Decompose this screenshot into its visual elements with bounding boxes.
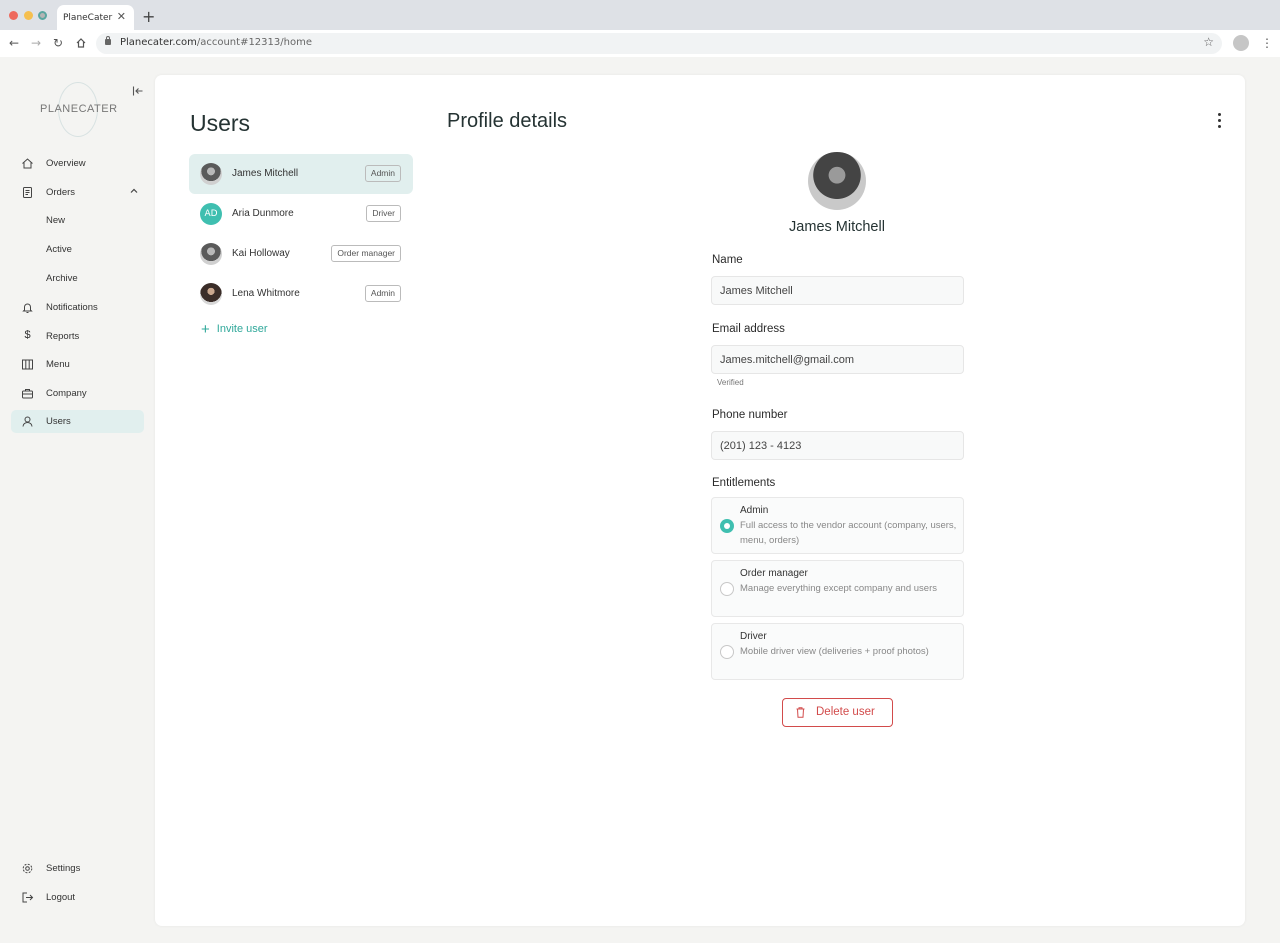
- entitlement-title: Order manager: [740, 568, 808, 579]
- tab-close-icon[interactable]: ✕: [117, 10, 126, 23]
- maximize-window-button[interactable]: [38, 11, 47, 20]
- radio-checked[interactable]: [720, 519, 734, 533]
- browser-tab-bar: PlaneCater ✕ +: [0, 0, 1280, 30]
- avatar: AD: [200, 203, 222, 225]
- role-badge: Driver: [366, 205, 401, 222]
- browser-profile-avatar[interactable]: [1233, 35, 1249, 51]
- browser-menu-icon[interactable]: ⋮: [1261, 36, 1273, 50]
- collapse-sidebar-icon[interactable]: [132, 85, 144, 97]
- gear-icon: [22, 863, 33, 874]
- profile-avatar: [808, 152, 866, 210]
- sidebar-item-settings[interactable]: Settings: [11, 857, 144, 880]
- user-row[interactable]: James Mitchell Admin: [189, 154, 413, 194]
- tab-title: PlaneCater: [63, 13, 113, 23]
- briefcase-icon: [22, 389, 33, 399]
- entitlement-option-order-manager[interactable]: Order manager Manage everything except c…: [711, 560, 964, 617]
- avatar: [200, 163, 222, 185]
- radio-unchecked[interactable]: [720, 582, 734, 596]
- sidebar-item-logout[interactable]: Logout: [11, 886, 144, 909]
- entitlement-description: Full access to the vendor account (compa…: [740, 520, 957, 546]
- user-row[interactable]: Lena Whitmore Admin: [189, 274, 413, 314]
- user-row[interactable]: AD Aria Dunmore Driver: [189, 194, 413, 234]
- forward-icon[interactable]: →: [31, 36, 41, 50]
- profile-title: Profile details: [447, 110, 568, 132]
- sidebar-item-label: Logout: [46, 892, 76, 903]
- dollar-icon: $: [24, 329, 31, 341]
- url-text: Planecater.com/account#12313/home: [120, 37, 312, 48]
- user-icon: [22, 416, 33, 427]
- phone-field[interactable]: (201) 123 - 4123: [711, 431, 964, 460]
- sidebar-item-label: Reports: [46, 331, 80, 342]
- logo: PLANECATER: [40, 103, 118, 115]
- name-label: Name: [712, 254, 743, 266]
- entitlement-title: Driver: [740, 631, 767, 642]
- more-options-icon[interactable]: [1213, 113, 1225, 131]
- user-name: James Mitchell: [232, 168, 299, 179]
- delete-user-button[interactable]: Delete user: [782, 698, 893, 727]
- avatar: [200, 283, 222, 305]
- sidebar-item-label: Company: [46, 388, 87, 399]
- sidebar-item-label: Overview: [46, 158, 86, 169]
- sidebar-item-label: Notifications: [46, 302, 98, 313]
- document-icon: [23, 187, 32, 198]
- invite-user-label: Invite user: [216, 323, 268, 335]
- phone-label: Phone number: [712, 409, 788, 421]
- browser-toolbar: ← → ↻ Planecater.com/account#12313/home …: [0, 30, 1280, 57]
- browser-tab[interactable]: PlaneCater ✕: [57, 5, 134, 30]
- columns-icon: [22, 359, 33, 370]
- sidebar-item-label: Menu: [46, 359, 70, 370]
- lock-icon: [105, 36, 111, 45]
- sidebar-subitem-active[interactable]: Active: [46, 244, 72, 255]
- sidebar-item-menu[interactable]: Menu: [11, 353, 144, 376]
- sidebar-item-label: Orders: [46, 187, 76, 198]
- address-bar[interactable]: Planecater.com/account#12313/home ☆: [96, 33, 1222, 54]
- home-browser-icon[interactable]: [76, 38, 86, 48]
- email-field[interactable]: James.mitchell@gmail.com: [711, 345, 964, 374]
- email-verified-status: Verified: [717, 378, 744, 387]
- entitlement-option-admin[interactable]: Admin Full access to the vendor account …: [711, 497, 964, 554]
- sidebar-item-company[interactable]: Company: [11, 382, 144, 405]
- sidebar-item-overview[interactable]: Overview: [11, 152, 144, 175]
- sidebar-item-notifications[interactable]: Notifications: [11, 296, 144, 319]
- back-icon[interactable]: ←: [9, 36, 19, 50]
- user-name: Lena Whitmore: [232, 288, 300, 299]
- trash-icon: [796, 707, 805, 718]
- sidebar-item-users[interactable]: Users: [11, 410, 144, 433]
- sidebar-subitem-archive[interactable]: Archive: [46, 273, 78, 284]
- bookmark-star-icon[interactable]: ☆: [1203, 35, 1214, 49]
- sidebar-item-orders[interactable]: Orders: [11, 181, 144, 204]
- logout-icon: [22, 892, 34, 903]
- delete-user-label: Delete user: [816, 706, 875, 718]
- entitlement-title: Admin: [740, 505, 769, 516]
- sidebar-item-reports[interactable]: $ Reports: [11, 325, 144, 348]
- profile-name: James Mitchell: [789, 219, 885, 235]
- reload-icon[interactable]: ↻: [53, 36, 63, 50]
- sidebar-item-label: Settings: [46, 863, 81, 874]
- role-badge: Admin: [364, 165, 401, 182]
- entitlement-option-driver[interactable]: Driver Mobile driver view (deliveries + …: [711, 623, 964, 680]
- home-icon: [22, 158, 33, 169]
- close-window-button[interactable]: [9, 11, 18, 20]
- role-badge: Order manager: [331, 245, 401, 262]
- plus-icon: +: [201, 321, 210, 338]
- user-row[interactable]: Kai Holloway Order manager: [189, 234, 413, 274]
- radio-unchecked[interactable]: [720, 645, 734, 659]
- users-title: Users: [190, 110, 251, 136]
- avatar: [200, 243, 222, 265]
- chevron-up-icon[interactable]: [129, 186, 139, 196]
- invite-user-button[interactable]: + Invite user: [201, 321, 268, 338]
- role-badge: Admin: [364, 285, 401, 302]
- entitlement-description: Mobile driver view (deliveries + proof p…: [740, 646, 929, 657]
- user-name: Kai Holloway: [232, 248, 290, 259]
- new-tab-button[interactable]: +: [142, 7, 155, 26]
- minimize-window-button[interactable]: [24, 11, 33, 20]
- email-label: Email address: [712, 323, 785, 335]
- name-field[interactable]: James Mitchell: [711, 276, 964, 305]
- entitlements-label: Entitlements: [712, 477, 776, 489]
- sidebar-subitem-new[interactable]: New: [46, 215, 65, 226]
- bell-icon: [22, 303, 33, 313]
- user-name: Aria Dunmore: [232, 208, 294, 219]
- sidebar-item-label: Users: [46, 416, 71, 427]
- entitlement-description: Manage everything except company and use…: [740, 583, 937, 594]
